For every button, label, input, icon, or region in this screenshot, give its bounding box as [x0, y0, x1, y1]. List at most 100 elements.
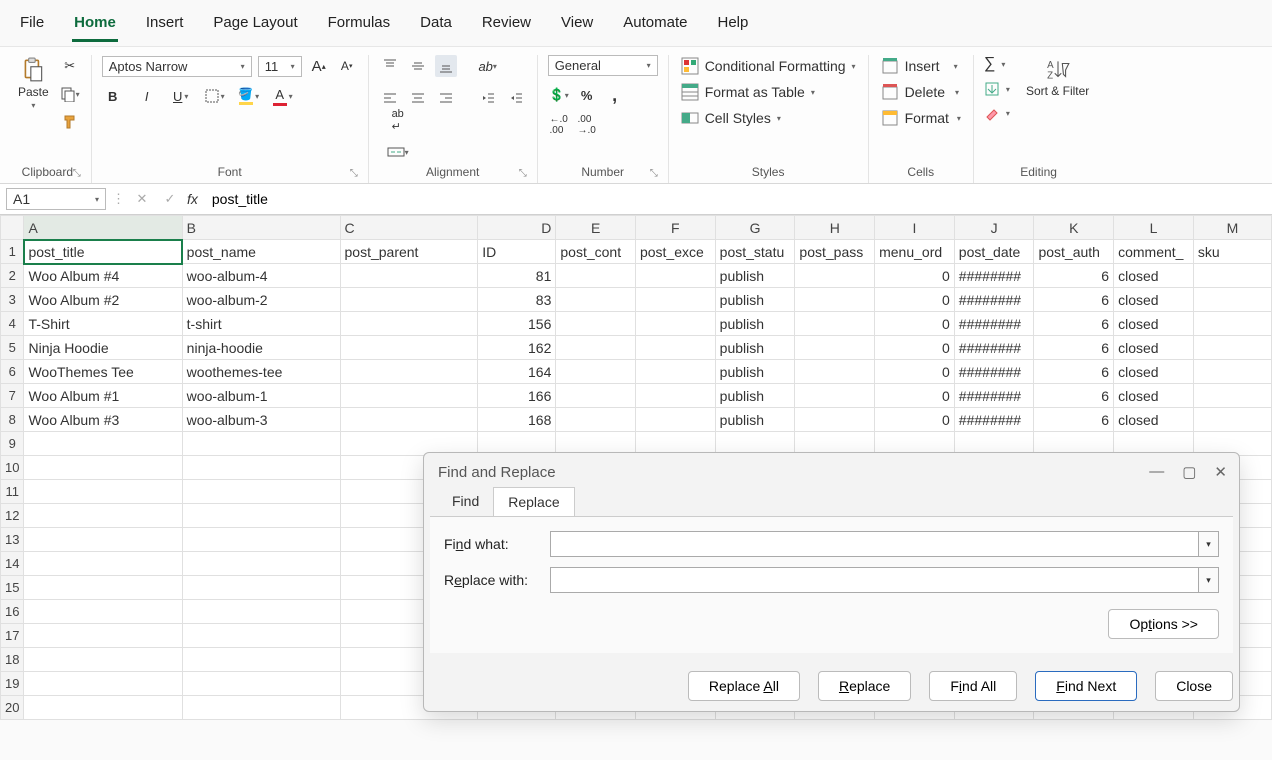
close-button[interactable]: Close — [1155, 671, 1233, 701]
cell-M1[interactable]: sku — [1193, 240, 1271, 264]
row-header-14[interactable]: 14 — [1, 552, 24, 576]
cell-M8[interactable] — [1193, 408, 1271, 432]
cell-K1[interactable]: post_auth — [1034, 240, 1114, 264]
cell-K3[interactable]: 6 — [1034, 288, 1114, 312]
cell-A9[interactable] — [24, 432, 182, 456]
cell-B6[interactable]: woothemes-tee — [182, 360, 340, 384]
cell-H6[interactable] — [795, 360, 875, 384]
dialog-launcher-icon[interactable]: ⤡ — [73, 168, 81, 179]
menu-tab-page-layout[interactable]: Page Layout — [211, 10, 299, 42]
col-header-A[interactable]: A — [24, 216, 182, 240]
clear-icon[interactable] — [984, 105, 1000, 121]
cell-L4[interactable]: closed — [1114, 312, 1194, 336]
cell-J4[interactable]: ######## — [954, 312, 1034, 336]
formula-input[interactable] — [204, 189, 1266, 209]
row-header-2[interactable]: 2 — [1, 264, 24, 288]
cell-styles-button[interactable]: Cell Styles▾ — [679, 107, 783, 129]
cell-E5[interactable] — [556, 336, 636, 360]
col-header-H[interactable]: H — [795, 216, 875, 240]
cell-K4[interactable]: 6 — [1034, 312, 1114, 336]
cell-K6[interactable]: 6 — [1034, 360, 1114, 384]
col-header-E[interactable]: E — [556, 216, 636, 240]
align-top-button[interactable] — [379, 55, 401, 77]
cell-D6[interactable]: 164 — [478, 360, 556, 384]
cell-B7[interactable]: woo-album-1 — [182, 384, 340, 408]
cell-A2[interactable]: Woo Album #4 — [24, 264, 182, 288]
cell-L1[interactable]: comment_ — [1114, 240, 1194, 264]
close-icon[interactable]: ✕ — [1214, 463, 1227, 481]
cell-A20[interactable] — [24, 696, 182, 720]
cell-E7[interactable] — [556, 384, 636, 408]
cell-B12[interactable] — [182, 504, 340, 528]
cell-L5[interactable]: closed — [1114, 336, 1194, 360]
row-header-9[interactable]: 9 — [1, 432, 24, 456]
cell-H5[interactable] — [795, 336, 875, 360]
cell-A14[interactable] — [24, 552, 182, 576]
replace-with-input[interactable] — [550, 567, 1199, 593]
col-header-G[interactable]: G — [715, 216, 795, 240]
cell-B18[interactable] — [182, 648, 340, 672]
cell-C2[interactable] — [340, 264, 478, 288]
enter-formula-button[interactable]: ✓ — [159, 188, 181, 210]
cell-H3[interactable] — [795, 288, 875, 312]
format-as-table-button[interactable]: Format as Table▾ — [679, 81, 817, 103]
row-header-13[interactable]: 13 — [1, 528, 24, 552]
cell-J2[interactable]: ######## — [954, 264, 1034, 288]
cell-D3[interactable]: 83 — [478, 288, 556, 312]
cell-B8[interactable]: woo-album-3 — [182, 408, 340, 432]
delete-cells-button[interactable]: Delete▾ — [879, 81, 961, 103]
cell-E8[interactable] — [556, 408, 636, 432]
row-header-15[interactable]: 15 — [1, 576, 24, 600]
autosum-icon[interactable]: ∑ — [984, 55, 995, 73]
cell-D2[interactable]: 81 — [478, 264, 556, 288]
find-what-input[interactable] — [550, 531, 1199, 557]
cell-A15[interactable] — [24, 576, 182, 600]
cell-B5[interactable]: ninja-hoodie — [182, 336, 340, 360]
row-header-10[interactable]: 10 — [1, 456, 24, 480]
cell-C3[interactable] — [340, 288, 478, 312]
maximize-icon[interactable]: ▢ — [1182, 463, 1196, 481]
cell-B15[interactable] — [182, 576, 340, 600]
cell-B9[interactable] — [182, 432, 340, 456]
align-right-button[interactable] — [435, 87, 457, 109]
cell-A11[interactable] — [24, 480, 182, 504]
col-header-D[interactable]: D — [478, 216, 556, 240]
col-header-M[interactable]: M — [1193, 216, 1271, 240]
cell-H4[interactable] — [795, 312, 875, 336]
comma-button[interactable]: , — [604, 84, 626, 106]
merge-center-button[interactable]: ▾ — [387, 141, 409, 163]
cell-A3[interactable]: Woo Album #2 — [24, 288, 182, 312]
cell-C6[interactable] — [340, 360, 478, 384]
align-center-button[interactable] — [407, 87, 429, 109]
menu-tab-view[interactable]: View — [559, 10, 595, 42]
row-header-5[interactable]: 5 — [1, 336, 24, 360]
italic-button[interactable]: I — [136, 85, 158, 107]
cell-D7[interactable]: 166 — [478, 384, 556, 408]
col-header-J[interactable]: J — [954, 216, 1034, 240]
cell-J7[interactable]: ######## — [954, 384, 1034, 408]
cell-M5[interactable] — [1193, 336, 1271, 360]
cell-C4[interactable] — [340, 312, 478, 336]
cell-M6[interactable] — [1193, 360, 1271, 384]
select-all-cell[interactable] — [1, 216, 24, 240]
cell-M2[interactable] — [1193, 264, 1271, 288]
cell-E6[interactable] — [556, 360, 636, 384]
conditional-formatting-button[interactable]: Conditional Formatting▾ — [679, 55, 858, 77]
cell-M7[interactable] — [1193, 384, 1271, 408]
dialog-launcher-icon[interactable]: ⤡ — [650, 168, 658, 179]
row-header-18[interactable]: 18 — [1, 648, 24, 672]
cell-J1[interactable]: post_date — [954, 240, 1034, 264]
minimize-icon[interactable]: — — [1149, 463, 1164, 481]
cell-B11[interactable] — [182, 480, 340, 504]
cell-B16[interactable] — [182, 600, 340, 624]
cell-B1[interactable]: post_name — [182, 240, 340, 264]
tab-find[interactable]: Find — [438, 487, 493, 516]
find-next-button[interactable]: Find Next — [1035, 671, 1137, 701]
col-header-F[interactable]: F — [635, 216, 715, 240]
cell-L6[interactable]: closed — [1114, 360, 1194, 384]
cell-F3[interactable] — [635, 288, 715, 312]
fx-icon[interactable]: fx — [187, 191, 198, 207]
cell-I3[interactable]: 0 — [875, 288, 955, 312]
sort-filter-button[interactable]: AZ Sort & Filter — [1022, 55, 1093, 100]
cancel-formula-button[interactable]: ✕ — [131, 188, 153, 210]
